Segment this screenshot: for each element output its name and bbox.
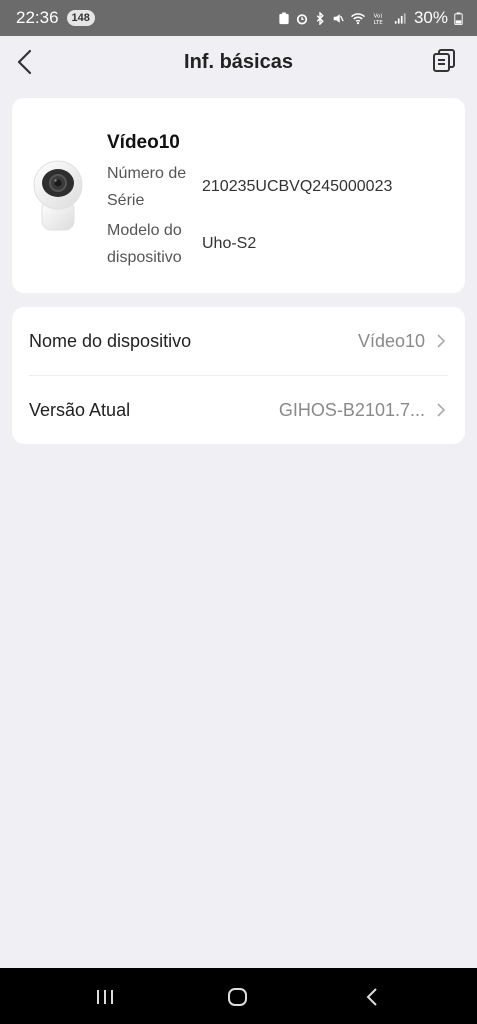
system-nav-bar: [0, 968, 477, 1024]
current-version-row-value: GIHOS-B2101.7...: [278, 399, 425, 420]
device-model-value: Uho-S2: [202, 235, 257, 252]
wifi-icon: [350, 12, 365, 24]
chevron-right-icon: [437, 334, 446, 348]
status-bar: 22:36 148 Vo) LTE 30%: [0, 0, 477, 36]
status-time: 22:36: [16, 8, 59, 27]
volte-icon: Vo)LTE: [373, 13, 383, 25]
current-version-row[interactable]: Versão Atual GIHOS-B2101.7...: [12, 376, 465, 444]
device-model-label: Modelo do dispositivo: [107, 222, 182, 266]
status-icons: Vo) LTE 30%: [278, 8, 463, 28]
svg-text:Vo): Vo): [373, 13, 382, 19]
back-arrow-icon[interactable]: [12, 48, 40, 76]
svg-text:LTE: LTE: [373, 20, 383, 25]
serial-number-value: 210235UCBVQ245000023: [202, 178, 393, 195]
page-title: Inf. básicas: [184, 50, 293, 73]
device-name: Vídeo10: [107, 132, 180, 153]
current-version-row-label: Versão Atual: [29, 399, 131, 420]
header: Inf. básicas: [0, 36, 477, 88]
battery-icon: [454, 11, 463, 25]
battery-percent: 30%: [413, 8, 448, 27]
device-name-row-label: Nome do dispositivo: [29, 330, 192, 351]
chevron-right-icon: [437, 403, 446, 417]
copy-icon[interactable]: [431, 48, 457, 74]
settings-card: Nome do dispositivo Vídeo10 Versão Atual…: [12, 307, 465, 444]
camera-icon: [33, 160, 83, 231]
back-icon[interactable]: [360, 984, 386, 1010]
serial-number-label: Número de Série: [107, 165, 187, 209]
home-icon[interactable]: [225, 984, 251, 1010]
device-name-row[interactable]: Nome do dispositivo Vídeo10: [12, 307, 465, 375]
bluetooth-icon: [316, 11, 324, 25]
alarm-icon: [296, 13, 308, 24]
recents-icon[interactable]: [92, 984, 118, 1010]
signal-icon: [394, 12, 406, 24]
mute-icon: [333, 13, 344, 23]
battery-saver-icon: [279, 11, 289, 24]
notification-count-badge: 148: [66, 10, 95, 26]
device-name-row-value: Vídeo10: [357, 330, 425, 351]
device-info-card: Vídeo10 Número de Série 210235UCBVQ24500…: [12, 98, 465, 293]
